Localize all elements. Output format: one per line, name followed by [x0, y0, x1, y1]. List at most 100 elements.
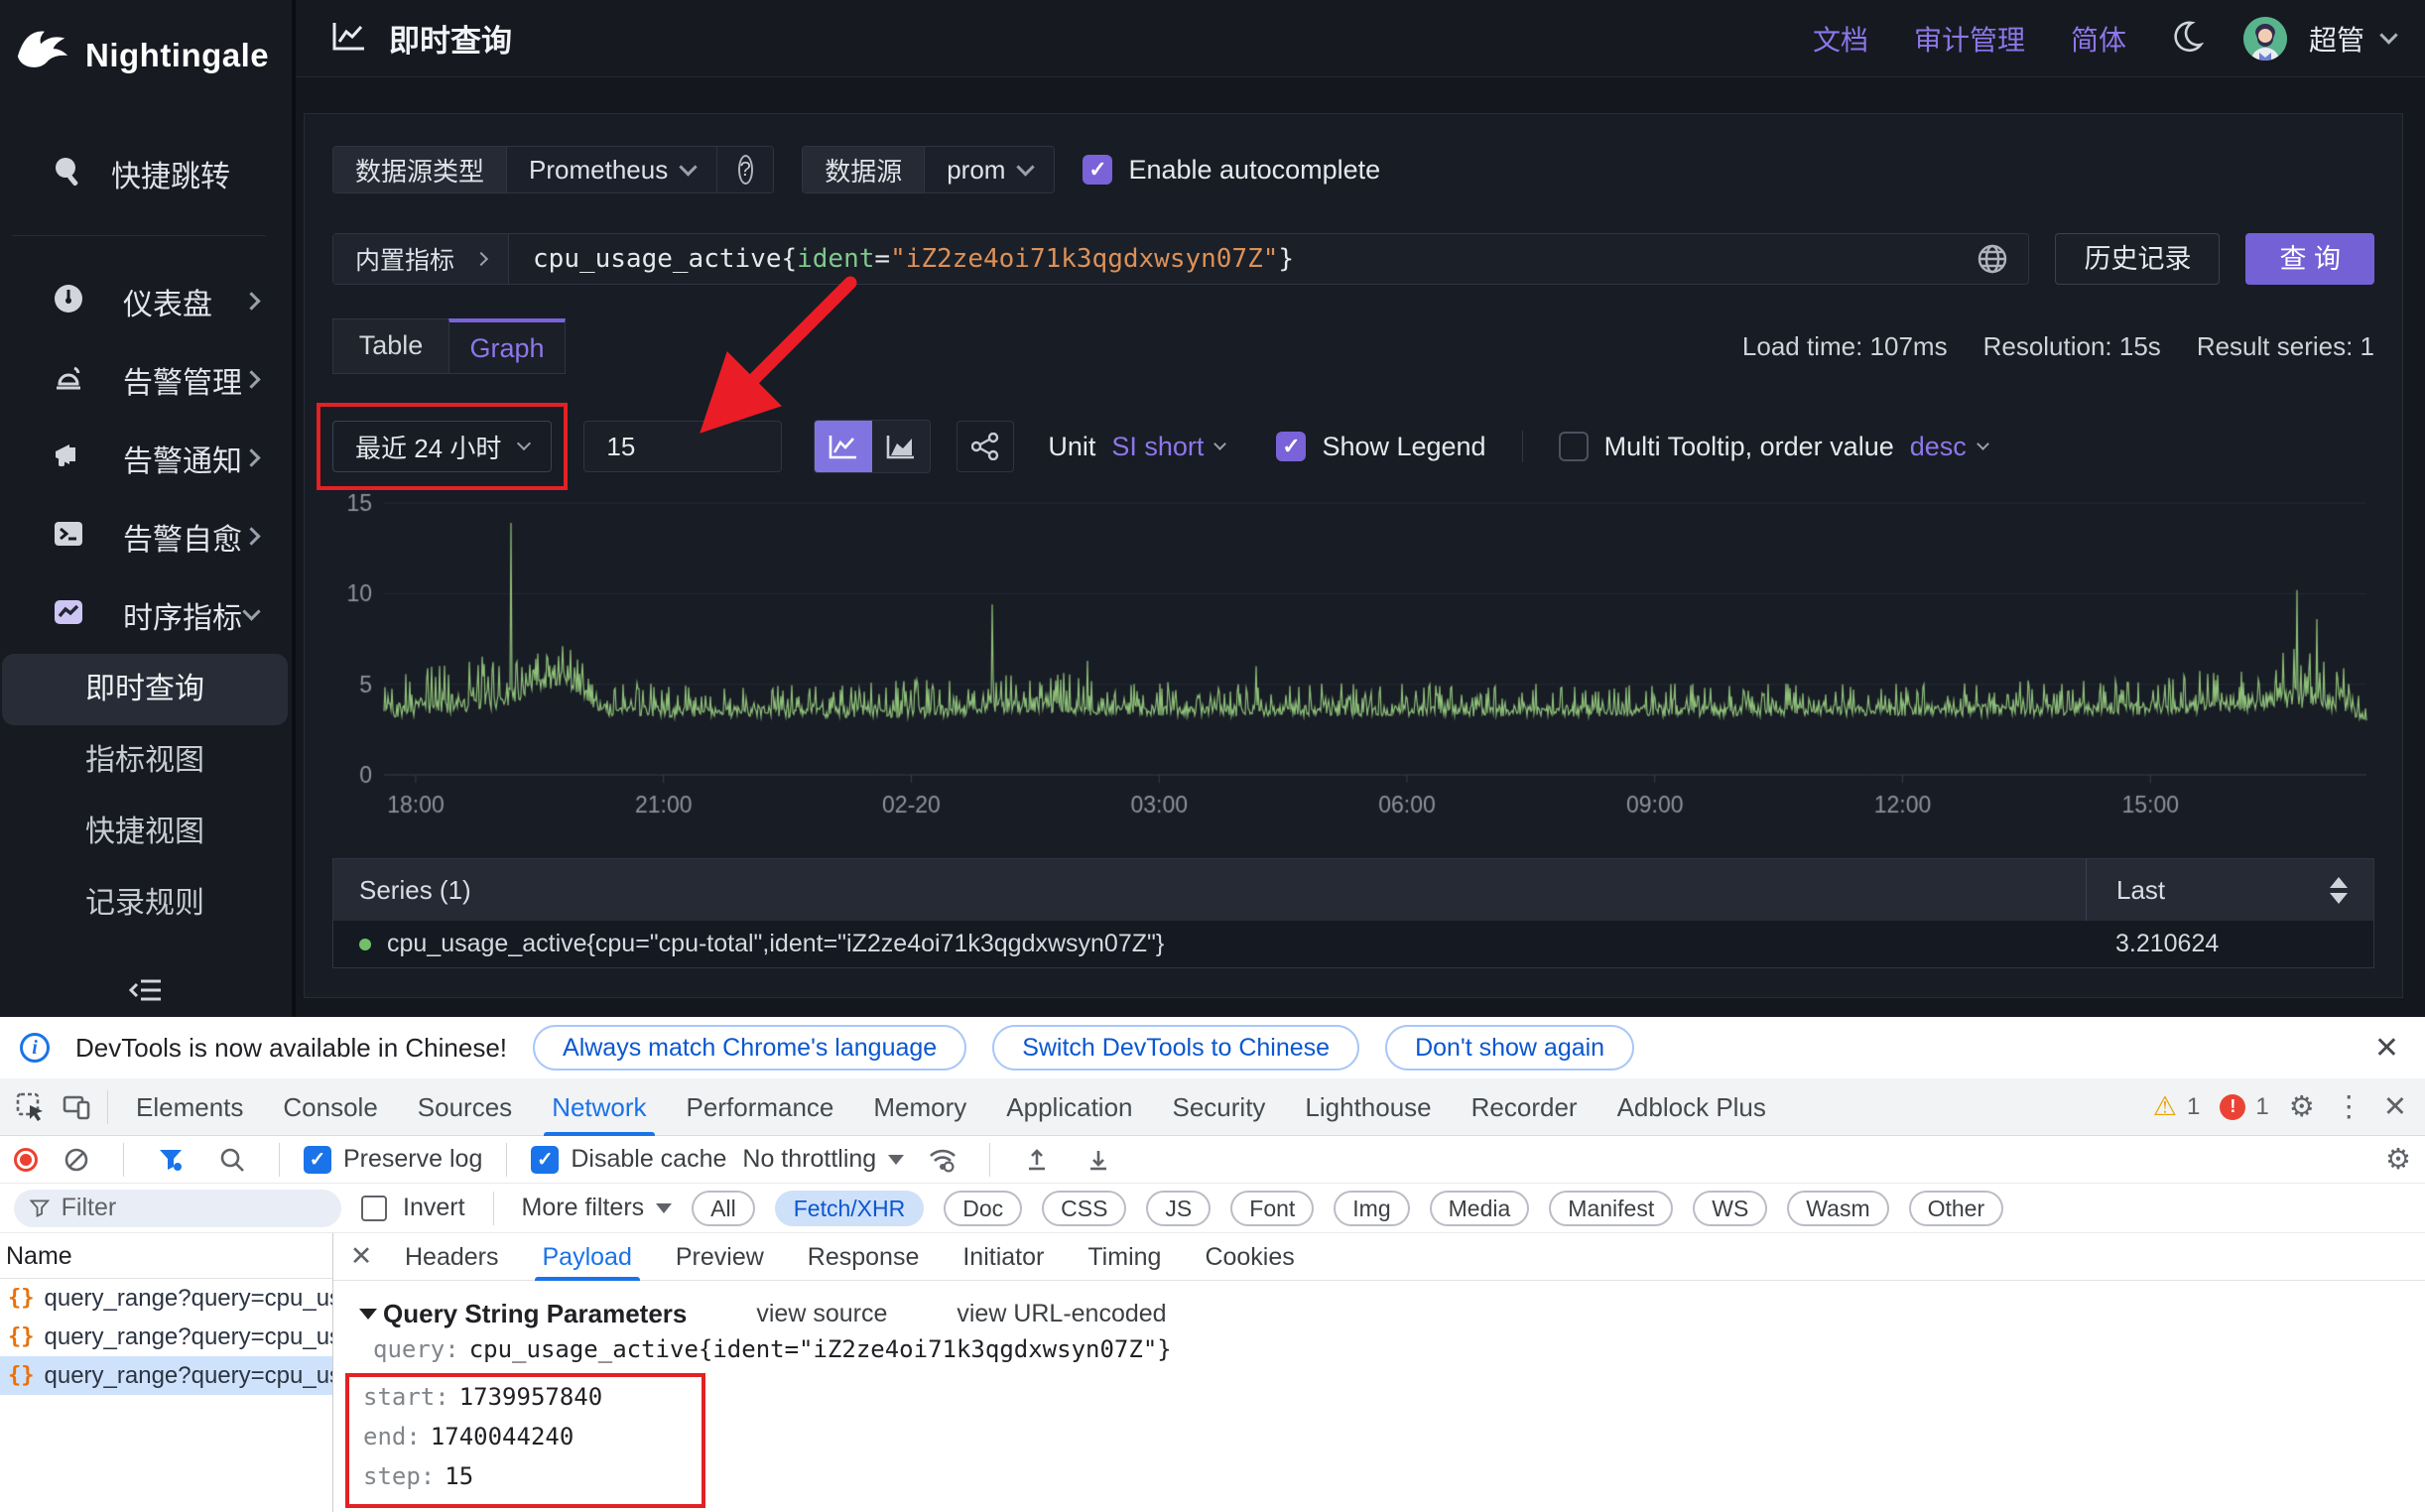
time-range-select[interactable]: 最近 24 小时 [332, 421, 552, 472]
line-chart-type-button[interactable] [815, 421, 872, 472]
detail-tab-cookies[interactable]: Cookies [1183, 1233, 1316, 1281]
show-legend-toggle[interactable]: Show Legend [1276, 432, 1485, 462]
sidebar-item-alert-management[interactable]: 告警管理 [0, 340, 292, 419]
detail-tab-preview[interactable]: Preview [654, 1233, 786, 1281]
detail-tab-response[interactable]: Response [786, 1233, 942, 1281]
tab-lighthouse[interactable]: Lighthouse [1285, 1078, 1451, 1136]
datasource-type-select[interactable]: Prometheus [507, 147, 717, 192]
brand[interactable]: Nightingale [0, 0, 292, 98]
throttling-select[interactable]: No throttling [742, 1145, 904, 1174]
pill-media[interactable]: Media [1430, 1191, 1530, 1226]
network-conditions-icon[interactable] [920, 1137, 965, 1183]
sidebar-subitem-quick-view[interactable]: 快捷视图 [2, 797, 288, 868]
device-toolbar-icon[interactable] [54, 1084, 99, 1130]
tab-performance[interactable]: Performance [667, 1078, 854, 1136]
dark-mode-moon-icon[interactable] [2170, 19, 2204, 58]
audit-link[interactable]: 审计管理 [1914, 19, 2025, 59]
pill-ws[interactable]: WS [1693, 1191, 1767, 1226]
tab-sources[interactable]: Sources [398, 1078, 532, 1136]
filter-funnel-icon[interactable] [148, 1137, 193, 1183]
request-row-selected[interactable]: {} query_range?query=cpu_usage_activ... [0, 1356, 332, 1395]
banner-close-icon[interactable]: ✕ [2374, 1031, 2399, 1066]
sidebar-subitem-recording-rules[interactable]: 记录规则 [2, 868, 288, 940]
tab-memory[interactable]: Memory [853, 1078, 986, 1136]
import-har-icon[interactable] [1014, 1137, 1060, 1183]
warning-icon[interactable]: ⚠ [2153, 1091, 2177, 1122]
tab-adblock-plus[interactable]: Adblock Plus [1597, 1078, 1786, 1136]
name-column-header[interactable]: Name [0, 1233, 332, 1279]
tab-application[interactable]: Application [986, 1078, 1152, 1136]
avatar[interactable] [2243, 17, 2287, 61]
autocomplete-checkbox[interactable] [1083, 155, 1112, 185]
pill-manifest[interactable]: Manifest [1549, 1191, 1673, 1226]
more-filters-select[interactable]: More filters [522, 1194, 673, 1222]
step-input[interactable] [583, 421, 782, 472]
pill-css[interactable]: CSS [1042, 1191, 1126, 1226]
pill-fetch-xhr[interactable]: Fetch/XHR [775, 1191, 924, 1226]
sidebar-subitem-instant-query[interactable]: 即时查询 [2, 654, 288, 725]
promql-expression[interactable]: cpu_usage_active{ident="iZ2ze4oi71k3qgdx… [509, 244, 1977, 274]
tab-table[interactable]: Table [332, 318, 449, 374]
filter-input-box[interactable] [14, 1190, 341, 1227]
sidebar-subitem-metric-view[interactable]: 指标视图 [2, 725, 288, 797]
pill-font[interactable]: Font [1230, 1191, 1314, 1226]
view-url-encoded-link[interactable]: view URL-encoded [957, 1300, 1166, 1328]
inspect-icon[interactable] [8, 1084, 54, 1130]
show-legend-checkbox[interactable] [1276, 432, 1306, 461]
devtools-close-icon[interactable]: ✕ [2383, 1089, 2407, 1124]
globe-icon[interactable] [1977, 243, 2008, 275]
export-har-icon[interactable] [1076, 1137, 1121, 1183]
kebab-menu-icon[interactable]: ⋮ [2335, 1089, 2363, 1124]
preserve-log-checkbox[interactable] [304, 1146, 331, 1174]
legend-series-row[interactable]: cpu_usage_active{cpu="cpu-total",ident="… [333, 921, 2373, 967]
detail-close-icon[interactable]: ✕ [339, 1241, 383, 1272]
language-link[interactable]: 简体 [2071, 19, 2126, 59]
sidebar-quick-jump[interactable]: 快捷跳转 [0, 98, 292, 195]
menu-fold-icon[interactable] [127, 973, 165, 1012]
detail-tab-timing[interactable]: Timing [1066, 1233, 1183, 1281]
search-icon[interactable] [209, 1137, 255, 1183]
builtin-metrics-button[interactable]: 内置指标 [333, 234, 509, 284]
chevron-down-icon[interactable] [2379, 26, 2397, 44]
tab-recorder[interactable]: Recorder [1452, 1078, 1597, 1136]
sidebar-item-dashboards[interactable]: 仪表盘 [0, 262, 292, 340]
invert-checkbox[interactable] [361, 1196, 387, 1221]
unit-select[interactable]: SI short [1111, 432, 1224, 462]
username[interactable]: 超管 [2309, 19, 2364, 59]
tab-graph[interactable]: Graph [448, 318, 566, 374]
network-settings-gear-icon[interactable]: ⚙ [2385, 1142, 2411, 1177]
order-select[interactable]: desc [1910, 432, 1987, 462]
filter-input[interactable] [62, 1194, 325, 1222]
legend-last-column[interactable]: Last [2086, 859, 2373, 921]
pill-js[interactable]: JS [1146, 1191, 1211, 1226]
tab-network[interactable]: Network [532, 1078, 666, 1136]
docs-link[interactable]: 文档 [1813, 19, 1868, 59]
timeseries-chart[interactable] [332, 489, 2374, 820]
area-chart-type-button[interactable] [872, 421, 930, 472]
autocomplete-toggle[interactable]: Enable autocomplete [1083, 155, 1380, 186]
share-button[interactable] [957, 421, 1014, 472]
sidebar-item-alert-selfhealing[interactable]: 告警自愈 [0, 497, 292, 575]
pill-img[interactable]: Img [1334, 1191, 1409, 1226]
sidebar-item-timeseries-metrics[interactable]: 时序指标 [0, 575, 292, 654]
tab-security[interactable]: Security [1153, 1078, 1286, 1136]
request-row[interactable]: {} query_range?query=cpu_usage_activ... [0, 1318, 332, 1356]
history-button[interactable]: 历史记录 [2055, 233, 2220, 285]
record-icon[interactable] [14, 1148, 38, 1172]
pill-wasm[interactable]: Wasm [1787, 1191, 1888, 1226]
dont-show-again-button[interactable]: Don't show again [1385, 1025, 1634, 1071]
query-string-params-title[interactable]: Query String Parameters [359, 1299, 687, 1329]
clear-icon[interactable] [54, 1137, 99, 1183]
query-button[interactable]: 查 询 [2245, 233, 2374, 285]
multi-tooltip-checkbox[interactable] [1559, 432, 1589, 461]
detail-tab-headers[interactable]: Headers [383, 1233, 521, 1281]
disable-cache-checkbox[interactable] [531, 1146, 559, 1174]
pill-doc[interactable]: Doc [944, 1191, 1022, 1226]
tab-elements[interactable]: Elements [116, 1078, 263, 1136]
help-button[interactable]: ? [717, 147, 773, 192]
settings-gear-icon[interactable]: ⚙ [2289, 1089, 2315, 1124]
promql-input[interactable]: 内置指标 cpu_usage_active{ident="iZ2ze4oi71k… [332, 233, 2029, 285]
view-source-link[interactable]: view source [756, 1300, 887, 1328]
switch-chinese-button[interactable]: Switch DevTools to Chinese [992, 1025, 1359, 1071]
tab-console[interactable]: Console [263, 1078, 397, 1136]
